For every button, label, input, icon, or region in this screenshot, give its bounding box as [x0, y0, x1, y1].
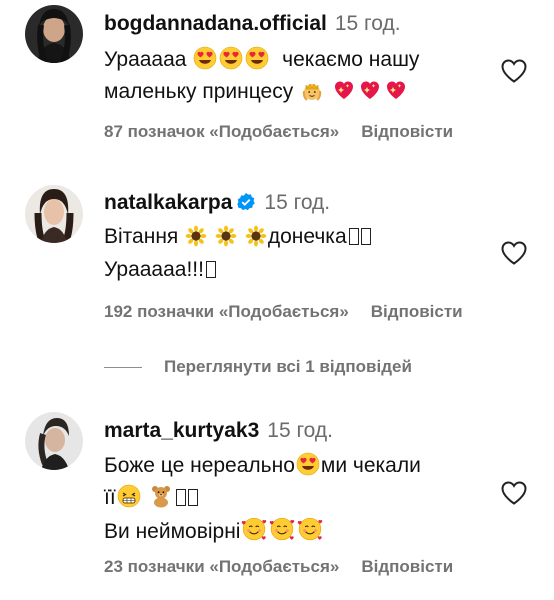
comment-text-line-2: її [104, 484, 198, 510]
comment-header: natalkakarpa 15 год. [104, 191, 330, 215]
like-heart-icon[interactable] [500, 480, 528, 506]
reply-button[interactable]: Відповісти [361, 557, 453, 576]
sunflower-emoji-icon [215, 225, 237, 247]
sunflower-emoji-icon [245, 225, 267, 247]
comment-text-line-3: Ви неймовірні [104, 516, 324, 544]
missing-glyph-icon [205, 261, 216, 278]
view-replies-button[interactable]: Переглянути всі 1 відповідей [164, 357, 412, 376]
comment-text-line-2: маленьку принцесу [104, 78, 409, 104]
username[interactable]: natalkakarpa [104, 191, 232, 214]
sparkling-heart-emoji-icon [358, 78, 382, 102]
reply-button[interactable]: Відповісти [361, 122, 453, 141]
comment-text: Боже це нереально [104, 454, 295, 477]
comment-header: marta_kurtyak3 15 год. [104, 419, 333, 443]
comment-text: донечка [267, 225, 347, 248]
princess-emoji-icon [300, 78, 324, 102]
avatar[interactable] [25, 185, 83, 243]
like-heart-icon[interactable] [500, 58, 528, 84]
verified-badge-icon [237, 193, 256, 211]
comment-meta: 192 позначки «Подобається» Відповісти [104, 302, 463, 322]
comment-text: Ви неймовірні [104, 520, 241, 543]
like-heart-icon[interactable] [500, 240, 528, 266]
username[interactable]: bogdannadana.official [104, 12, 327, 35]
comment-text: чекаємо нашу [282, 48, 420, 71]
comment-text-line-1: Боже це нереально ми чекали [104, 452, 421, 478]
smiling-hearts-emoji-icon [241, 516, 267, 542]
smiling-hearts-emoji-icon [297, 516, 323, 542]
comment-meta: 87 позначок «Подобається» Відповісти [104, 122, 453, 142]
smiling-hearts-emoji-icon [269, 516, 295, 542]
divider [104, 366, 142, 368]
comment-text: Урааааа [104, 48, 187, 71]
heart-eyes-emoji-icon [296, 452, 320, 476]
sunflower-emoji-icon [185, 225, 207, 247]
reply-button[interactable]: Відповісти [371, 302, 463, 321]
heart-eyes-emoji-icon [193, 46, 217, 70]
timestamp[interactable]: 15 год. [264, 191, 330, 214]
avatar[interactable] [25, 412, 83, 470]
avatar[interactable] [25, 5, 83, 63]
comment-meta: 23 позначки «Подобається» Відповісти [104, 557, 453, 577]
username[interactable]: marta_kurtyak3 [104, 419, 259, 442]
likes-count[interactable]: 23 позначки «Подобається» [104, 557, 339, 576]
likes-count[interactable]: 87 позначок «Подобається» [104, 122, 339, 141]
comment-text-line-1: Вітання донечка [104, 225, 371, 249]
view-replies[interactable]: Переглянути всі 1 відповідей [104, 357, 412, 381]
comment-text: Вітання [104, 225, 179, 248]
comment-text: Урааааа!!! [104, 258, 204, 281]
likes-count[interactable]: 192 позначки «Подобається» [104, 302, 349, 321]
missing-glyph-icon [348, 228, 359, 245]
comment-text: її [104, 486, 116, 509]
comment-text-line-1: Урааааа чекаємо нашу [104, 46, 419, 72]
comment-text-line-2: Урааааа!!! [104, 258, 216, 282]
missing-glyph-icon [175, 489, 186, 506]
comment-header: bogdannadana.official 15 год. [104, 12, 401, 36]
comment-text: ми чекали [320, 454, 421, 477]
heart-eyes-emoji-icon [245, 46, 269, 70]
missing-glyph-icon [360, 228, 371, 245]
heart-eyes-emoji-icon [219, 46, 243, 70]
grin-emoji-icon [117, 484, 141, 508]
timestamp[interactable]: 15 год. [335, 12, 401, 35]
missing-glyph-icon [187, 489, 198, 506]
comment-text: маленьку принцесу [104, 80, 294, 103]
sparkling-heart-emoji-icon [384, 78, 408, 102]
timestamp[interactable]: 15 год. [267, 419, 333, 442]
teddy-bear-emoji-icon [149, 484, 173, 508]
sparkling-heart-emoji-icon [332, 78, 356, 102]
